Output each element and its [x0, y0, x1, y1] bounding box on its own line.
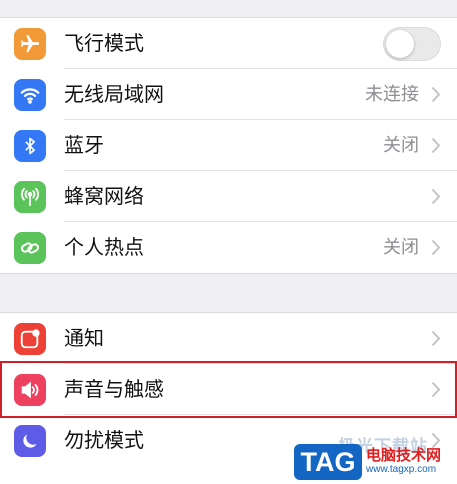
wifi-icon — [14, 79, 46, 111]
cellular-label: 蜂窝网络 — [64, 184, 144, 208]
do-not-disturb-label: 勿扰模式 — [64, 428, 144, 452]
sounds-haptics-row[interactable]: 声音与触感 — [0, 364, 457, 415]
moon-icon — [14, 425, 46, 457]
airplane-mode-label: 飞行模式 — [64, 31, 144, 55]
toggle-knob — [386, 30, 414, 58]
bluetooth-row[interactable]: 蓝牙 关闭 — [0, 120, 457, 171]
chevron-right-icon — [431, 330, 441, 347]
wifi-row[interactable]: 无线局域网 未连接 — [0, 69, 457, 120]
notifications-label: 通知 — [64, 326, 104, 350]
speaker-icon — [14, 374, 46, 406]
chevron-right-icon — [431, 188, 441, 205]
hotspot-row[interactable]: 个人热点 关闭 — [0, 222, 457, 273]
watermark: 极光下载站 TAG 电脑技术网 www.tagxp.com — [288, 430, 457, 483]
airplane-mode-toggle[interactable] — [383, 27, 441, 61]
airplane-icon — [14, 28, 46, 60]
wifi-label: 无线局域网 — [64, 82, 164, 106]
wifi-status: 未连接 — [365, 84, 419, 105]
watermark-url: www.tagxp.com — [366, 464, 437, 475]
hotspot-label: 个人热点 — [64, 235, 144, 259]
bluetooth-icon — [14, 130, 46, 162]
cellular-row[interactable]: 蜂窝网络 — [0, 171, 457, 222]
airplane-mode-row[interactable]: 飞行模式 — [0, 18, 457, 69]
chevron-right-icon — [431, 239, 441, 256]
notifications-row[interactable]: 通知 — [0, 313, 457, 364]
hotspot-icon — [14, 232, 46, 264]
watermark-logo: TAG — [294, 444, 362, 480]
bluetooth-label: 蓝牙 — [64, 133, 104, 157]
chevron-right-icon — [431, 381, 441, 398]
settings-group-connectivity: 飞行模式 无线局域网 未连接 蓝牙 关闭 蜂窝网络 个人热点 关闭 — [0, 17, 457, 274]
bluetooth-status: 关闭 — [383, 135, 419, 156]
chevron-right-icon — [431, 86, 441, 103]
sounds-haptics-label: 声音与触感 — [64, 377, 164, 401]
notifications-icon — [14, 323, 46, 355]
watermark-site-name: 电脑技术网 — [366, 446, 442, 464]
chevron-right-icon — [431, 137, 441, 154]
hotspot-status: 关闭 — [383, 237, 419, 258]
cellular-icon — [14, 181, 46, 213]
